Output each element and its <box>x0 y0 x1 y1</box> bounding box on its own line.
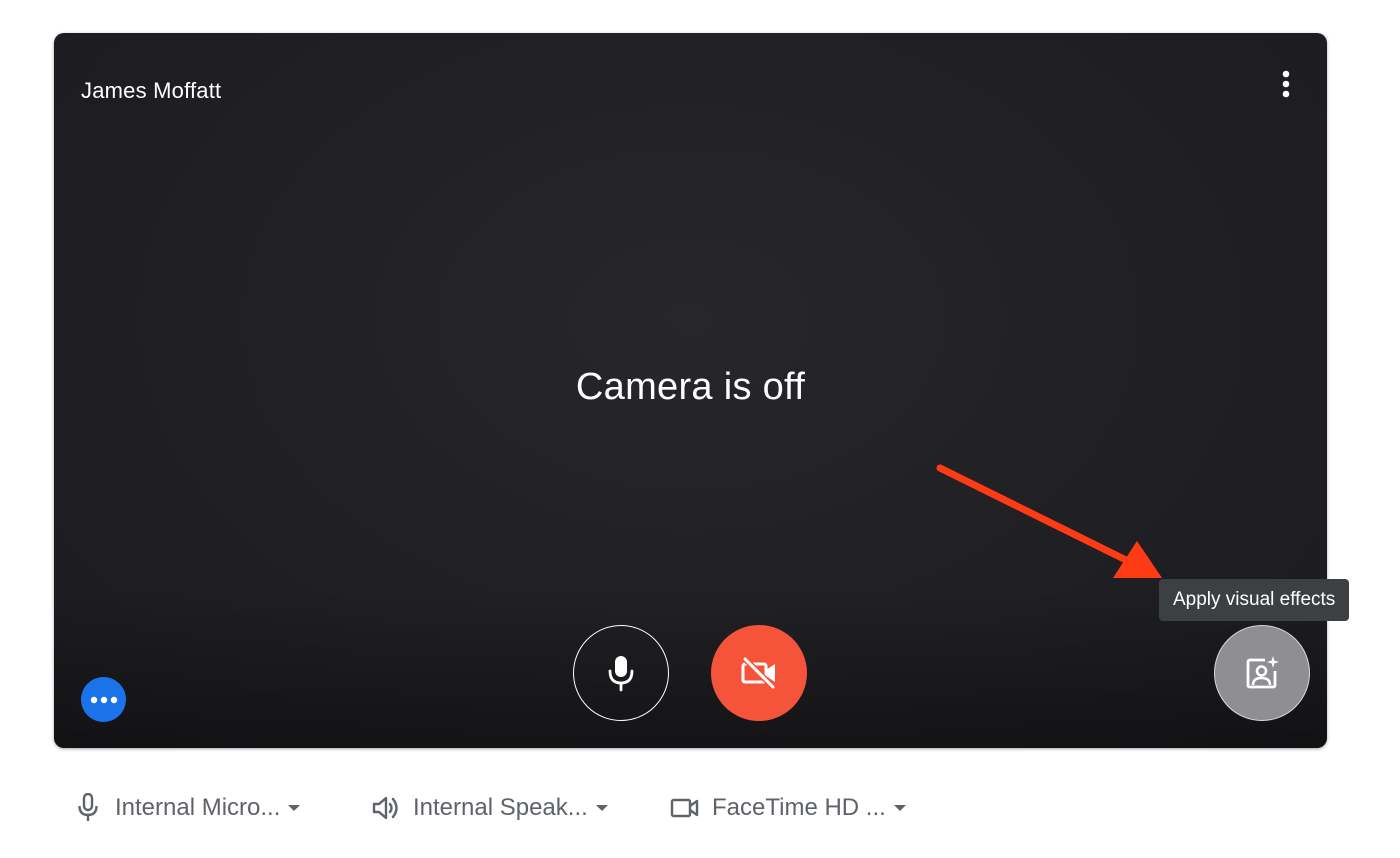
meet-preview-screen: James Moffatt Camera is off Apply visual… <box>0 0 1400 858</box>
camera-device-dropdown[interactable]: FaceTime HD ... <box>670 780 906 836</box>
participant-name: James Moffatt <box>81 78 222 103</box>
more-horiz-icon <box>90 696 117 703</box>
annotation-arrow <box>936 464 1162 578</box>
videocam-icon <box>670 793 700 823</box>
camera-device-label: FaceTime HD ... <box>712 794 886 821</box>
visual-effects-icon <box>1246 656 1279 689</box>
speaker-device-label: Internal Speak... <box>413 794 588 821</box>
mic-icon <box>73 793 103 823</box>
apply-visual-effects-button[interactable] <box>1214 625 1310 721</box>
more-actions-button[interactable] <box>81 677 126 722</box>
videocam-off-icon <box>741 656 776 690</box>
video-preview-surface: James Moffatt Camera is off <box>54 33 1327 748</box>
speaker-device-dropdown[interactable]: Internal Speak... <box>371 780 608 836</box>
camera-status-text: Camera is off <box>575 366 806 408</box>
microphone-toggle-button[interactable] <box>573 625 669 721</box>
visual-effects-tooltip: Apply visual effects <box>1159 579 1350 621</box>
mic-icon <box>608 656 634 692</box>
more-options-button[interactable] <box>1266 66 1306 106</box>
microphone-device-label: Internal Micro... <box>115 794 281 821</box>
chevron-down-icon <box>288 805 301 811</box>
more-vert-icon <box>1282 70 1290 98</box>
microphone-device-dropdown[interactable]: Internal Micro... <box>73 780 301 836</box>
device-selector-bar: Internal Micro... Internal Speak... Face… <box>0 780 1400 836</box>
chevron-down-icon <box>893 805 906 811</box>
video-preview: James Moffatt Camera is off <box>54 33 1327 748</box>
bottom-gradient <box>54 588 1327 748</box>
chevron-down-icon <box>595 805 608 811</box>
speaker-icon <box>371 793 401 823</box>
camera-toggle-button[interactable] <box>711 625 807 721</box>
